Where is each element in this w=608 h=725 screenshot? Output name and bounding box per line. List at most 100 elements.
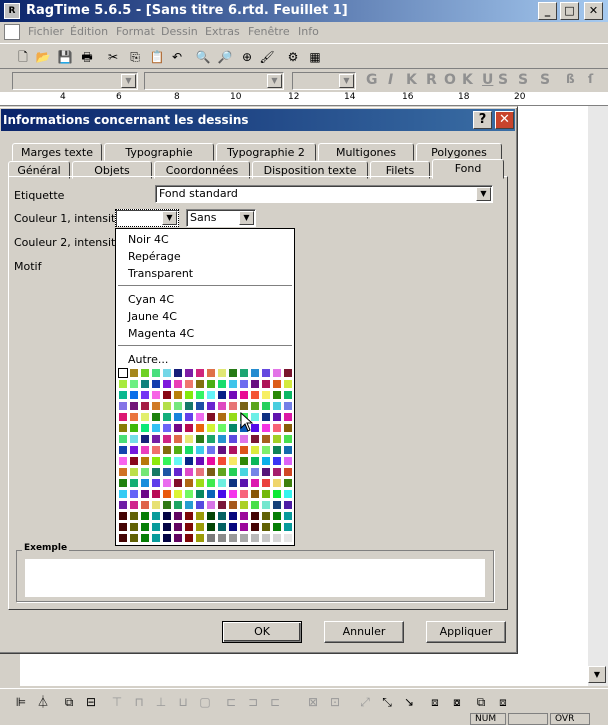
color-swatch[interactable] [118, 467, 128, 477]
color-swatch[interactable] [195, 401, 205, 411]
color-swatch[interactable] [195, 500, 205, 510]
send-back-icon[interactable]: ⧇ [448, 693, 466, 711]
color-swatch[interactable] [228, 533, 238, 543]
color-swatch[interactable] [272, 533, 282, 543]
tab-typographie-2[interactable]: Typographie 2 [216, 143, 316, 161]
bold-icon[interactable]: G [366, 72, 378, 88]
minimize-button[interactable]: _ [538, 2, 557, 20]
color-swatch[interactable] [184, 500, 194, 510]
color-swatch[interactable] [195, 379, 205, 389]
color-swatch[interactable] [206, 478, 216, 488]
color-swatch[interactable] [206, 456, 216, 466]
color-swatch[interactable] [239, 434, 249, 444]
color-swatch[interactable] [272, 511, 282, 521]
rect-icon[interactable]: ▢ [196, 693, 214, 711]
color-swatch[interactable] [239, 489, 249, 499]
color-swatch[interactable] [173, 401, 183, 411]
color-swatch[interactable] [206, 412, 216, 422]
color-swatch[interactable] [140, 368, 150, 378]
scroll-down-icon[interactable]: ▼ [588, 666, 606, 683]
color-swatch[interactable] [217, 434, 227, 444]
color-swatch[interactable] [140, 478, 150, 488]
color-swatch[interactable] [261, 467, 271, 477]
color-swatch[interactable] [173, 423, 183, 433]
color-swatch[interactable] [195, 445, 205, 455]
color-swatch[interactable] [195, 434, 205, 444]
outline-icon[interactable]: R [426, 72, 437, 88]
grid-icon[interactable]: ⊡ [326, 693, 344, 711]
color-swatch[interactable] [272, 423, 282, 433]
color-swatch[interactable] [217, 489, 227, 499]
color-swatch[interactable] [206, 401, 216, 411]
color-swatch[interactable] [184, 522, 194, 532]
color-swatch[interactable] [162, 445, 172, 455]
color-swatch[interactable] [173, 412, 183, 422]
color-swatch[interactable] [217, 456, 227, 466]
color-swatch[interactable] [250, 434, 260, 444]
color-swatch[interactable] [283, 423, 293, 433]
style-select[interactable]: ▼ [12, 72, 138, 90]
color-swatch[interactable] [239, 511, 249, 521]
color-swatch[interactable] [217, 390, 227, 400]
color-swatch[interactable] [151, 434, 161, 444]
close-button[interactable]: ✕ [584, 2, 603, 20]
ok-button[interactable]: OK [222, 621, 302, 643]
color-swatch[interactable] [129, 522, 139, 532]
color-swatch[interactable] [261, 368, 271, 378]
small-caps-icon[interactable]: K [406, 72, 417, 88]
color-swatch[interactable] [162, 390, 172, 400]
color-swatch[interactable] [151, 390, 161, 400]
color-swatch[interactable] [195, 511, 205, 521]
color-dropdown-list[interactable]: Noir 4C Repérage Transparent Cyan 4C Jau… [115, 228, 295, 546]
color-swatch[interactable] [239, 368, 249, 378]
color-swatch[interactable] [217, 445, 227, 455]
color-swatch[interactable] [140, 467, 150, 477]
color-swatch[interactable] [195, 467, 205, 477]
frame3-icon[interactable]: ⊏ [266, 693, 284, 711]
color-swatch[interactable] [261, 412, 271, 422]
color-swatch[interactable] [140, 500, 150, 510]
print-icon[interactable]: 🖶 [78, 48, 96, 66]
help-button[interactable]: ? [473, 111, 492, 129]
color-swatch[interactable] [129, 379, 139, 389]
ungroup-icon[interactable]: ⊟ [82, 693, 100, 711]
strikethrough-icon[interactable]: S [498, 72, 508, 88]
color-swatch[interactable] [162, 522, 172, 532]
color-swatch[interactable] [283, 412, 293, 422]
color-option-reperage[interactable]: Repérage [128, 250, 181, 263]
color-swatch[interactable] [162, 456, 172, 466]
color-swatch[interactable] [129, 412, 139, 422]
color-swatch[interactable] [206, 467, 216, 477]
color-swatch[interactable] [261, 423, 271, 433]
color-swatch[interactable] [217, 500, 227, 510]
color-swatch[interactable] [118, 390, 128, 400]
font-select[interactable]: ▼ [144, 72, 284, 90]
color-swatch[interactable] [250, 533, 260, 543]
color-swatch[interactable] [140, 533, 150, 543]
color-swatch[interactable] [239, 379, 249, 389]
color-swatch[interactable] [206, 390, 216, 400]
color-swatch[interactable] [206, 379, 216, 389]
color-swatch[interactable] [162, 500, 172, 510]
color-swatch[interactable] [261, 401, 271, 411]
color-swatch[interactable] [239, 478, 249, 488]
color-swatch[interactable] [151, 500, 161, 510]
color-swatch[interactable] [151, 522, 161, 532]
color-swatch[interactable] [195, 478, 205, 488]
tab-typographie[interactable]: Typographie [104, 143, 214, 161]
color-swatch[interactable] [217, 511, 227, 521]
color-swatch[interactable] [151, 401, 161, 411]
color-swatch[interactable] [195, 412, 205, 422]
color-swatch[interactable] [140, 390, 150, 400]
color-swatch[interactable] [206, 434, 216, 444]
color-swatch[interactable] [184, 379, 194, 389]
color-swatch[interactable] [173, 445, 183, 455]
color-swatch[interactable] [272, 522, 282, 532]
color-swatch[interactable] [283, 445, 293, 455]
color-swatch[interactable] [129, 489, 139, 499]
color-swatch[interactable] [162, 434, 172, 444]
color-swatch[interactable] [173, 489, 183, 499]
backward-icon[interactable]: ⧈ [494, 693, 512, 711]
cancel-button[interactable]: Annuler [324, 621, 404, 643]
color-swatch[interactable] [140, 434, 150, 444]
